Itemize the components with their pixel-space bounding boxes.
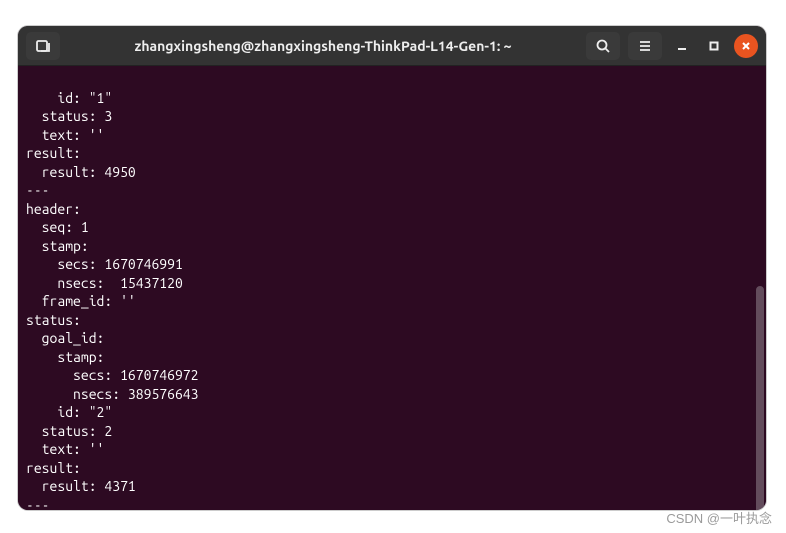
new-tab-button[interactable]	[26, 32, 60, 60]
minimize-icon	[677, 41, 687, 51]
terminal-line: frame_id: ''	[26, 293, 136, 309]
terminal-line: status: 2	[26, 423, 112, 439]
maximize-button[interactable]	[702, 34, 726, 58]
terminal-line: secs: 1670746991	[26, 256, 183, 272]
terminal-line: status:	[26, 312, 81, 328]
terminal-line: result:	[26, 145, 81, 161]
minimize-button[interactable]	[670, 34, 694, 58]
terminal-line: header:	[26, 201, 81, 217]
terminal-line: text: ''	[26, 441, 104, 457]
terminal-line: id: "2"	[26, 404, 112, 420]
terminal-line: result: 4950	[26, 164, 136, 180]
terminal-line: goal_id:	[26, 330, 104, 346]
scrollbar[interactable]	[756, 286, 764, 510]
terminal-line: id: "1"	[26, 90, 112, 106]
hamburger-icon	[637, 38, 653, 54]
menu-button[interactable]	[628, 32, 662, 60]
terminal-line: result: 4371	[26, 478, 136, 494]
terminal-line: stamp:	[26, 349, 104, 365]
watermark: CSDN @一叶执念	[666, 508, 772, 527]
terminal-window: zhangxingsheng@zhangxingsheng-ThinkPad-L…	[18, 26, 766, 510]
terminal-line: seq: 1	[26, 219, 89, 235]
terminal-line: ---	[26, 182, 50, 198]
titlebar-right-controls	[586, 32, 758, 60]
terminal-line: result:	[26, 460, 81, 476]
terminal-line: nsecs: 15437120	[26, 275, 183, 291]
new-tab-icon	[35, 38, 51, 54]
terminal-content[interactable]: id: "1" status: 3 text: '' result: resul…	[18, 66, 766, 510]
terminal-line: stamp:	[26, 238, 89, 254]
close-button[interactable]	[734, 34, 758, 58]
maximize-icon	[709, 41, 719, 51]
search-button[interactable]	[586, 32, 620, 60]
window-title: zhangxingsheng@zhangxingsheng-ThinkPad-L…	[68, 38, 578, 54]
terminal-line: ---	[26, 497, 50, 511]
terminal-line: text: ''	[26, 127, 104, 143]
titlebar: zhangxingsheng@zhangxingsheng-ThinkPad-L…	[18, 26, 766, 66]
terminal-line: nsecs: 389576643	[26, 386, 198, 402]
terminal-line: status: 3	[26, 108, 112, 124]
search-icon	[595, 38, 611, 54]
close-icon	[741, 41, 751, 51]
terminal-line: secs: 1670746972	[26, 367, 198, 383]
